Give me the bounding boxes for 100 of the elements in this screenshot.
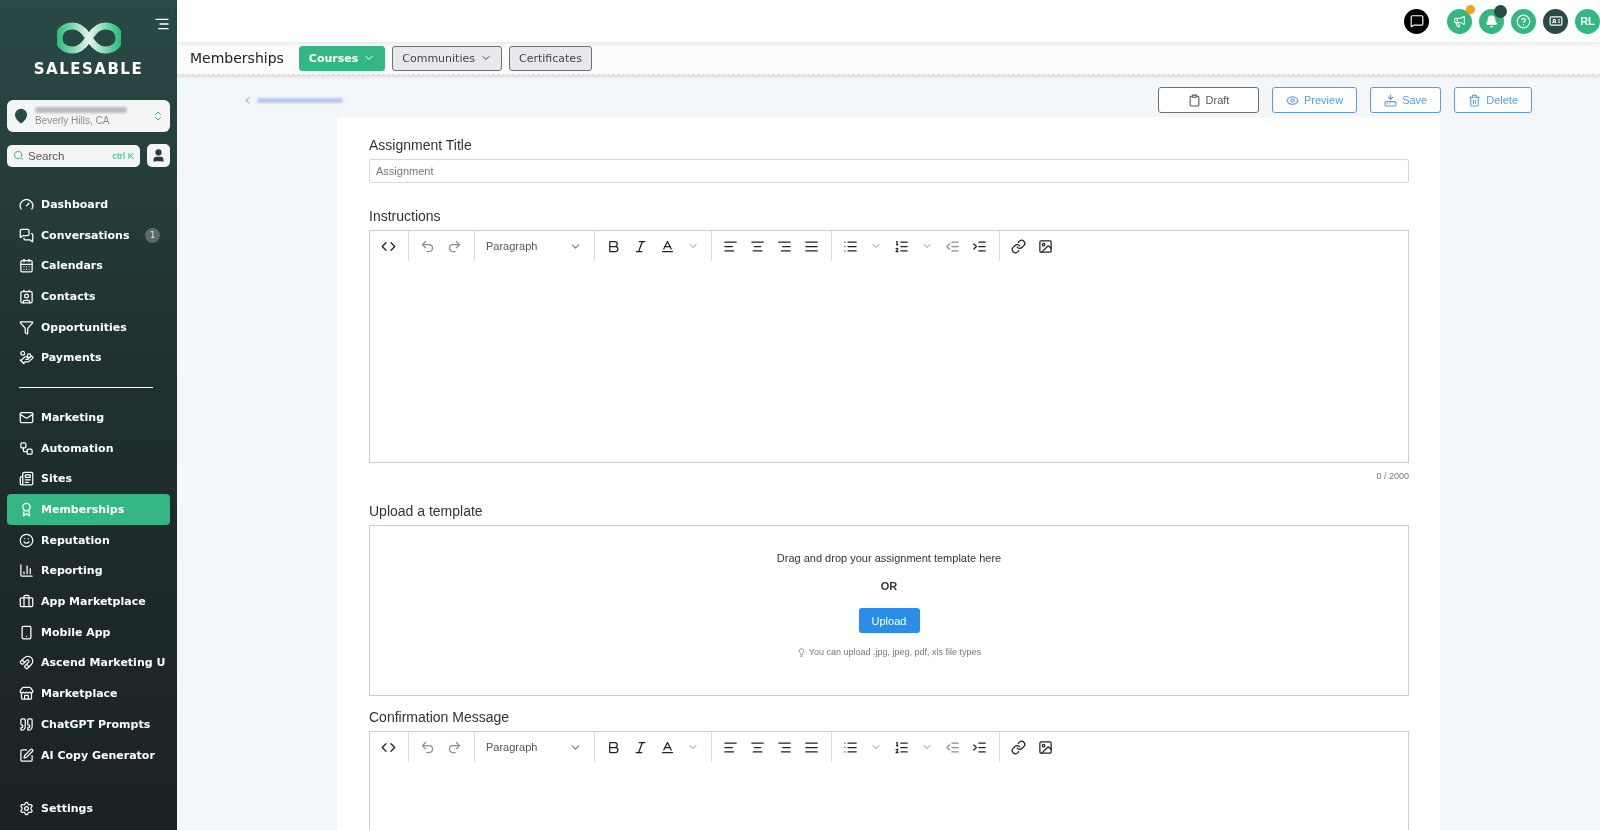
notification-dot (1466, 4, 1475, 14)
briefcase-icon (19, 594, 34, 610)
up-down-icon (152, 110, 164, 122)
id-card-button[interactable] (1543, 8, 1568, 34)
lightbulb-icon (796, 647, 806, 657)
store-icon (19, 686, 34, 702)
gauge-icon (19, 196, 34, 212)
id-card-icon (1548, 14, 1563, 28)
nav-item[interactable]: Contacts (7, 281, 170, 312)
drop-zone[interactable]: Drag and drop your assignment template here OR Upload You can upload .jpg, jpeg, pdf, xls file types (369, 525, 1409, 696)
nav-item[interactable]: Settings (7, 793, 170, 824)
field-label: Instructions (369, 208, 442, 224)
contact-card-icon (19, 288, 34, 304)
align-left-icon[interactable] (723, 238, 738, 254)
bullet-list-icon[interactable] (843, 739, 858, 755)
nav-item[interactable]: Conversations 1 (7, 219, 170, 251)
indent-icon[interactable] (972, 238, 987, 254)
nav-item[interactable]: Dashboard (7, 189, 170, 220)
block-format-select[interactable]: Paragraph (486, 740, 582, 754)
nav-item[interactable]: Reputation (7, 524, 170, 556)
nav-item[interactable]: Marketplace (7, 678, 170, 709)
rich-text-editor[interactable]: Paragraph (369, 230, 1409, 463)
bold-icon[interactable] (606, 739, 621, 755)
coins-icon (19, 350, 34, 366)
trash-icon (1468, 93, 1482, 107)
inbox-download-icon (1384, 93, 1398, 107)
nav-item[interactable]: Sites (7, 463, 170, 495)
bold-icon[interactable] (606, 238, 621, 254)
notification-dot (1494, 4, 1507, 18)
redo-icon[interactable] (447, 238, 462, 254)
profile-button[interactable] (147, 144, 170, 167)
bullet-list-icon[interactable] (843, 238, 858, 254)
field-label: Upload a template (369, 503, 484, 519)
indent-icon[interactable] (972, 739, 987, 755)
search-field[interactable]: Search ctrl K (7, 144, 140, 167)
align-left-icon[interactable] (723, 739, 738, 755)
field-label: Assignment Title (369, 137, 473, 153)
image-icon[interactable] (1038, 739, 1053, 755)
undo-icon[interactable] (420, 238, 435, 254)
bar-chart-icon (19, 563, 34, 579)
text-color-icon[interactable] (660, 238, 675, 254)
help-button[interactable] (1511, 8, 1536, 34)
tab[interactable]: Certificates (509, 45, 592, 71)
title-input[interactable]: Assignment (369, 159, 1409, 183)
chat-bubbles-icon (19, 227, 34, 243)
outdent-icon[interactable] (945, 739, 960, 755)
redo-icon[interactable] (447, 739, 462, 755)
search-icon (13, 150, 24, 161)
announcement-button[interactable] (1447, 8, 1472, 34)
align-right-icon[interactable] (777, 238, 792, 254)
numbered-list-icon[interactable] (894, 238, 909, 254)
numbered-list-icon[interactable] (894, 739, 909, 755)
italic-icon[interactable] (633, 739, 648, 755)
bell-icon (1485, 14, 1498, 28)
italic-icon[interactable] (633, 238, 648, 254)
undo-icon[interactable] (420, 739, 435, 755)
nav-item[interactable]: Automation (7, 432, 170, 464)
or-separator: OR (880, 580, 898, 592)
chat-button[interactable] (1404, 8, 1429, 34)
drop-prompt: Drag and drop your assignment template here (776, 552, 1002, 564)
rich-text-editor[interactable]: Paragraph (369, 731, 1409, 830)
quote-icon (19, 716, 34, 732)
nav-item[interactable]: App Marketplace (7, 586, 170, 617)
workflow-icon (19, 440, 34, 456)
nav-item[interactable]: AI Copy Generator (7, 739, 170, 771)
draft-button[interactable]: Draft (1158, 87, 1259, 113)
outdent-icon[interactable] (945, 238, 960, 254)
text-color-icon[interactable] (660, 739, 675, 755)
phone-icon (19, 624, 34, 640)
smiley-icon (19, 532, 34, 548)
link-icon[interactable] (1011, 739, 1026, 755)
align-center-icon[interactable] (750, 739, 765, 755)
nav-item[interactable]: Payments (7, 342, 170, 374)
align-right-icon[interactable] (777, 739, 792, 755)
chat-icon (1409, 14, 1424, 28)
tab[interactable]: Communities (392, 45, 502, 71)
nav-item[interactable]: Calendars (7, 250, 170, 282)
clipboard-icon (1187, 93, 1201, 107)
align-center-icon[interactable] (750, 238, 765, 254)
nav-item[interactable]: ChatGPT Prompts (7, 709, 170, 740)
notification-button[interactable] (1479, 8, 1504, 34)
ribbon-icon (19, 502, 34, 518)
brand-name: SALESABLE (33, 60, 144, 78)
calendar-icon (19, 258, 34, 274)
gear-icon (19, 801, 34, 817)
count-badge: 1 (145, 227, 160, 243)
image-icon[interactable] (1038, 238, 1053, 254)
location-city: Beverly Hills, CA (35, 114, 111, 126)
block-format-select[interactable]: Paragraph (486, 239, 582, 253)
nav-item[interactable]: Marketing (7, 402, 170, 433)
align-justify-icon[interactable] (804, 739, 819, 755)
nav-item[interactable]: Opportunities (7, 311, 170, 343)
page-title: Memberships (190, 50, 284, 66)
link-icon[interactable] (1011, 238, 1026, 254)
nav-item[interactable]: Ascend Marketing U (7, 647, 170, 679)
menu-icon[interactable] (154, 16, 170, 32)
nav-item[interactable]: Mobile App (7, 616, 170, 648)
nav-item[interactable]: Reporting (7, 555, 170, 587)
magnet-icon (19, 655, 34, 671)
align-justify-icon[interactable] (804, 238, 819, 254)
